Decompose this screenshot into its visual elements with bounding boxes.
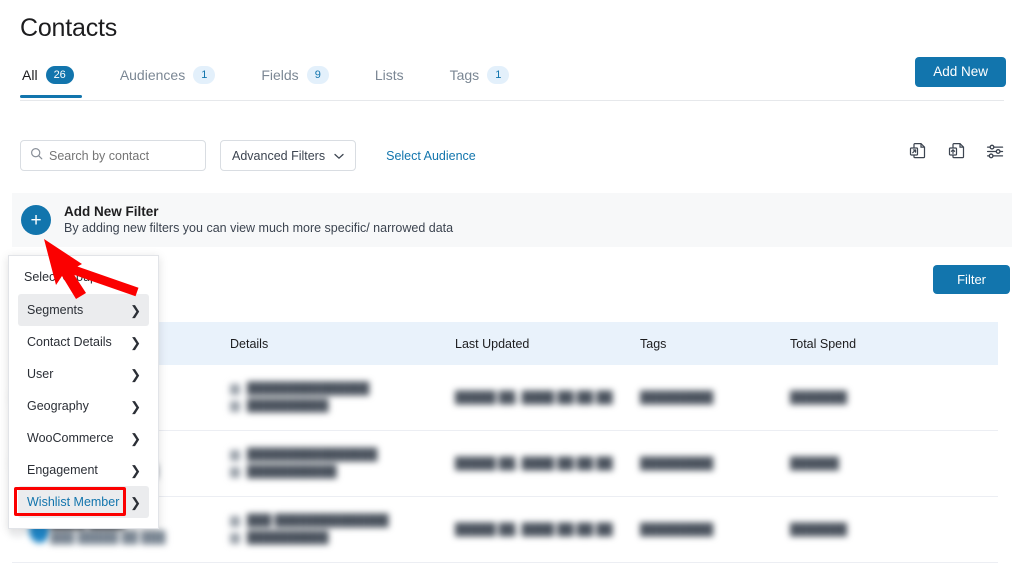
table-settings-icon[interactable] bbox=[985, 141, 1006, 162]
tab-tags-badge: 1 bbox=[487, 66, 510, 84]
group-item-label: Wishlist Member bbox=[27, 495, 120, 509]
filter-button[interactable]: Filter bbox=[933, 265, 1010, 294]
row-details-cell: ████████████████ ███████████ bbox=[230, 447, 455, 481]
row-total-spend: ███████ bbox=[790, 391, 848, 404]
column-last-updated: Last Updated bbox=[455, 336, 530, 351]
contacts-table: Details Last Updated Tags Total Spend ██… bbox=[12, 322, 998, 563]
group-item-label: Engagement bbox=[27, 463, 98, 477]
contact-subtitle: ███ █████ ██ ███ bbox=[50, 532, 166, 544]
chevron-right-icon: ❯ bbox=[130, 430, 141, 446]
tab-bar: All 26 Audiences 1 Fields 9 Lists Tags 1 bbox=[20, 66, 555, 98]
row-tags: █████████ bbox=[640, 391, 714, 404]
chevron-right-icon: ❯ bbox=[130, 494, 141, 510]
select-group-title: Select Group bbox=[24, 270, 97, 284]
group-item-woocommerce[interactable]: WooCommerce ❯ bbox=[18, 422, 149, 454]
contact-phone: ███████████ bbox=[247, 465, 337, 478]
phone-icon bbox=[230, 400, 240, 412]
chevron-down-icon bbox=[334, 149, 344, 163]
table-row[interactable]: ███ █ ████ ██ █ ██ ███ ██ ███ ███ ██████ ███… bbox=[12, 497, 998, 563]
contact-phone: ██████████ bbox=[247, 531, 329, 544]
row-total-spend: ██████ bbox=[790, 457, 839, 470]
phone-icon bbox=[230, 532, 240, 544]
contact-email: ███ ██████████████ bbox=[247, 514, 389, 527]
row-last-updated: █████ ██, ████ ██:██ ██ bbox=[455, 457, 613, 470]
table-header-row: Details Last Updated Tags Total Spend bbox=[12, 322, 998, 365]
search-icon bbox=[30, 147, 43, 165]
export-contacts-icon[interactable] bbox=[907, 141, 928, 162]
tab-audiences[interactable]: Audiences 1 bbox=[120, 66, 238, 98]
add-new-filter-subtitle: By adding new filters you can view much … bbox=[64, 221, 454, 235]
advanced-filters-label: Advanced Filters bbox=[232, 148, 326, 163]
group-item-geography[interactable]: Geography ❯ bbox=[18, 390, 149, 422]
add-new-filter-text: Add New Filter By adding new filters you… bbox=[64, 203, 453, 237]
tab-tags[interactable]: Tags 1 bbox=[450, 66, 532, 98]
add-new-filter-title: Add New Filter bbox=[64, 204, 159, 219]
table-row[interactable]: ███ ███ ███ ████ ██ ██ ███████████████ █… bbox=[12, 365, 998, 431]
row-total-spend: ███████ bbox=[790, 523, 848, 536]
column-tags: Tags bbox=[640, 336, 667, 351]
tab-lists[interactable]: Lists bbox=[375, 67, 426, 97]
contact-email: ███████████████ bbox=[247, 382, 370, 395]
group-item-user[interactable]: User ❯ bbox=[18, 358, 149, 390]
select-audience-link[interactable]: Select Audience bbox=[386, 149, 476, 163]
search-input[interactable] bbox=[49, 148, 196, 163]
contact-phone: ██████████ bbox=[247, 399, 329, 412]
tab-all-label: All bbox=[22, 67, 38, 83]
column-details: Details bbox=[230, 336, 269, 351]
chevron-right-icon: ❯ bbox=[130, 366, 141, 382]
email-icon bbox=[230, 383, 240, 395]
column-total-spend: Total Spend bbox=[790, 336, 857, 351]
tab-tags-label: Tags bbox=[449, 67, 480, 83]
row-details-cell: ███████████████ ██████████ bbox=[230, 381, 455, 415]
tab-lists-label: Lists bbox=[374, 67, 404, 83]
toolbar: Advanced Filters Select Audience bbox=[20, 140, 476, 171]
import-contacts-icon[interactable] bbox=[946, 141, 967, 162]
advanced-filters-dropdown[interactable]: Advanced Filters bbox=[220, 140, 357, 171]
group-item-label: User bbox=[27, 367, 54, 381]
group-item-label: Contact Details bbox=[27, 335, 112, 349]
group-item-contact-details[interactable]: Contact Details ❯ bbox=[18, 326, 149, 358]
tab-bar-divider bbox=[20, 100, 1004, 101]
add-new-button[interactable]: Add New bbox=[915, 57, 1006, 87]
plus-icon[interactable]: + bbox=[21, 205, 51, 235]
table-row[interactable]: ████ █████ ███ ████ █ █ ███ ██████ █████ ██… bbox=[12, 431, 998, 497]
tab-fields-label: Fields bbox=[261, 67, 299, 83]
page-title: Contacts bbox=[20, 14, 118, 42]
chevron-right-icon: ❯ bbox=[130, 462, 141, 478]
group-item-label: WooCommerce bbox=[27, 431, 114, 445]
tab-audiences-label: Audiences bbox=[119, 67, 186, 83]
add-new-filter-panel[interactable]: + Add New Filter By adding new filters y… bbox=[12, 193, 1012, 247]
email-icon bbox=[230, 515, 240, 527]
row-last-updated: █████ ██, ████ ██:██ ██ bbox=[455, 523, 613, 536]
email-icon bbox=[230, 449, 240, 461]
group-item-engagement[interactable]: Engagement ❯ bbox=[18, 454, 149, 486]
row-details-cell: ███ ██████████████ ██████████ bbox=[230, 513, 455, 547]
chevron-right-icon: ❯ bbox=[130, 334, 141, 350]
select-group-dropdown: Select Group Segments ❯ Contact Details … bbox=[8, 255, 159, 529]
row-tags: █████████ bbox=[640, 523, 714, 536]
tab-fields-badge: 9 bbox=[306, 66, 329, 84]
row-last-updated: █████ ██, ████ ██:██ ██ bbox=[455, 391, 613, 404]
group-item-label: Segments bbox=[27, 303, 84, 317]
tab-all-badge: 26 bbox=[45, 66, 74, 84]
contact-email: ████████████████ bbox=[247, 448, 378, 461]
toolbar-icon-group bbox=[907, 141, 1006, 162]
search-box[interactable] bbox=[20, 140, 206, 171]
tab-fields[interactable]: Fields 9 bbox=[261, 66, 350, 98]
group-item-wishlist-member[interactable]: Wishlist Member ❯ bbox=[18, 486, 149, 518]
tab-all[interactable]: All 26 bbox=[20, 66, 96, 98]
phone-icon bbox=[230, 466, 240, 478]
tab-audiences-badge: 1 bbox=[193, 66, 216, 84]
row-tags: █████████ bbox=[640, 457, 714, 470]
contacts-page: Contacts Add New All 26 Audiences 1 Fiel… bbox=[0, 0, 1024, 572]
group-item-segments[interactable]: Segments ❯ bbox=[18, 294, 149, 326]
chevron-right-icon: ❯ bbox=[130, 398, 141, 414]
chevron-right-icon: ❯ bbox=[130, 302, 141, 318]
group-item-label: Geography bbox=[27, 399, 89, 413]
